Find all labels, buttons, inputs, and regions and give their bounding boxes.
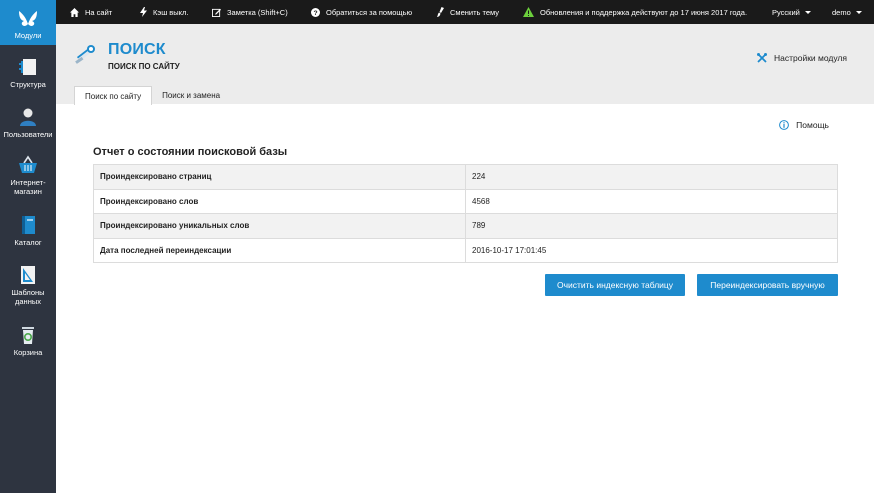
note-button[interactable]: Заметка (Shift+C) [212,0,288,24]
edit-icon [212,8,221,17]
updates-notice-label: Обновления и поддержка действуют до 17 и… [540,7,748,17]
user-icon [20,108,36,126]
chevron-down-icon [855,10,862,14]
tab-site-search[interactable]: Поиск по сайту [74,86,153,105]
table-row: Проиндексировано уникальных слов 789 [93,213,838,239]
row-key: Проиндексировано слов [93,188,466,214]
row-value: 4568 [465,188,838,214]
cache-toggle[interactable]: Кэш выкл. [140,0,189,24]
sidebar-item-catalog[interactable]: Каталог [0,215,56,247]
butterfly-icon [19,11,37,26]
sidebar-item-label: Модули [14,31,42,40]
row-key: Дата последней переиндексации [93,237,466,263]
search-module-icon [75,45,95,64]
tab-search-replace[interactable]: Поиск и замена [152,86,230,105]
tools-icon [756,53,767,63]
book-icon [22,216,35,234]
language-select-label: Русский [772,7,800,17]
report-title: Отчет о состоянии поисковой базы [93,146,288,158]
structure-icon [19,59,36,75]
help-link-label: Помощь [796,120,829,130]
home-icon [70,7,79,17]
sidebar-item-label: Шаблоны данных [11,288,45,306]
row-value: 224 [465,164,838,190]
sidebar-item-users[interactable]: Пользователи [0,107,56,139]
updates-notice[interactable]: Обновления и поддержка действуют до 17 и… [523,0,747,24]
table-row: Проиндексировано страниц 224 [93,164,838,190]
sidebar-item-label: Структура [10,80,46,89]
chevron-down-icon [804,10,811,14]
sidebar: Модули Структура Пользователи Интернет- … [0,0,56,493]
note-button-label: Заметка (Shift+C) [227,7,288,17]
module-settings-label: Настройки модуля [773,53,847,63]
row-key: Проиндексировано страниц [93,164,466,190]
sidebar-item-label: Пользователи [3,130,53,139]
row-key: Проиндексировано уникальных слов [93,213,466,239]
sidebar-item-label: Корзина [13,348,43,357]
site-link[interactable]: На сайт [70,0,112,24]
sidebar-item-label: Интернет- магазин [10,178,46,196]
page-subtitle: ПОИСК ПО САЙТУ [108,62,180,71]
info-icon [779,120,790,130]
help-link[interactable]: Помощь [779,120,829,130]
support-link-label: Обратиться за помощью [326,7,413,17]
ruler-icon [21,266,35,284]
site-link-label: На сайт [85,7,113,17]
sidebar-item-shop[interactable]: Интернет- магазин [0,155,56,196]
sidebar-item-structure[interactable]: Структура [0,57,56,89]
user-menu[interactable]: demo [832,0,862,24]
sidebar-item-label: Каталог [14,238,42,247]
table-row: Дата последней переиндексации 2016-10-17… [93,237,838,263]
report-table: Проиндексировано страниц 224 Проиндексир… [93,164,838,263]
tab-bar: Поиск по сайту Поиск и замена [74,86,230,105]
clear-index-button[interactable]: Очистить индексную таблицу [545,274,685,296]
cache-toggle-label: Кэш выкл. [153,7,189,17]
row-value: 789 [465,213,838,239]
trash-icon [22,327,34,344]
theme-switch[interactable]: Сменить тему [437,0,499,24]
page-title: ПОИСК [108,41,166,58]
top-bar: На сайт Кэш выкл. Заметка (Shift+C) ? Об… [56,0,874,24]
svg-text:?: ? [313,10,317,17]
theme-switch-label: Сменить тему [450,7,500,17]
table-row: Проиндексировано слов 4568 [93,188,838,214]
shopping-basket-icon [19,155,37,173]
sidebar-item-trash[interactable]: Корзина [0,325,56,357]
sidebar-item-modules[interactable]: Модули [0,0,56,45]
brush-icon [437,7,444,17]
language-select[interactable]: Русский [772,0,811,24]
question-circle-icon: ? [311,7,320,17]
warning-icon [523,7,534,17]
module-settings-link[interactable]: Настройки модуля [756,53,847,63]
row-value: 2016-10-17 17:01:45 [465,237,838,263]
sidebar-item-templates[interactable]: Шаблоны данных [0,265,56,306]
support-link[interactable]: ? Обратиться за помощью [311,0,412,24]
reindex-button[interactable]: Переиндексировать вручную [697,274,838,296]
lightning-icon [140,7,147,17]
user-menu-label: demo [832,7,851,17]
